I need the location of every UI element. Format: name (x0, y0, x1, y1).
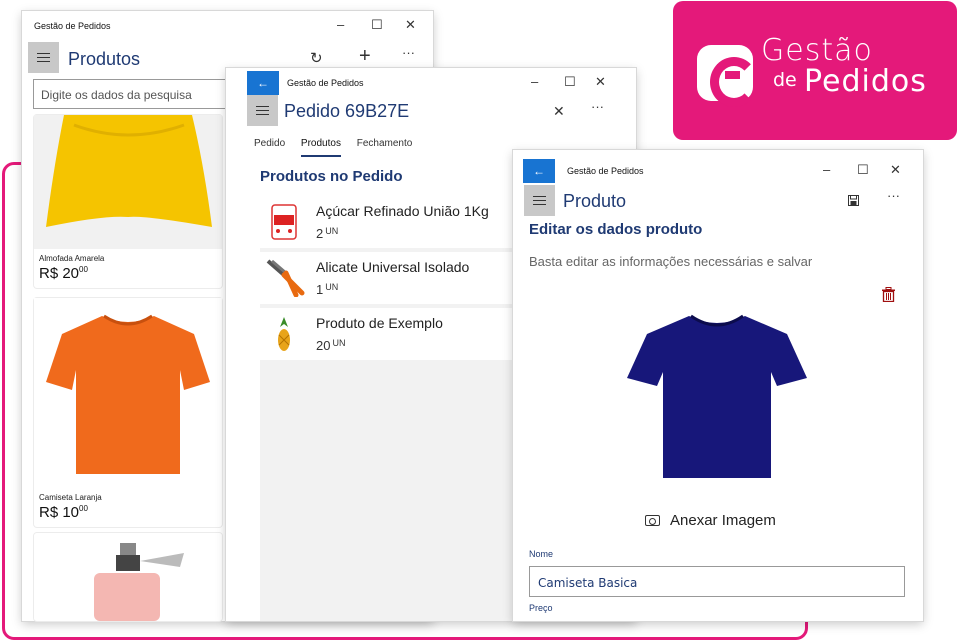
section-title: Produtos no Pedido (260, 168, 403, 185)
price-label: Preço (529, 603, 553, 613)
product-card[interactable] (34, 533, 222, 621)
section-subtitle: Basta editar as informações necessárias … (529, 254, 813, 269)
product-window: ← Gestão de Pedidos – ☐ ✕ Produto ··· Ed… (513, 150, 923, 621)
item-quantity: 2 UN (316, 226, 339, 241)
product-card[interactable]: Camiseta Laranja R$ 1000 (34, 298, 222, 527)
item-name: Açúcar Refinado União 1Kg (316, 203, 489, 219)
title-bar: Gestão de Pedidos – ☐ ✕ (22, 11, 433, 41)
minimize-button[interactable]: – (531, 74, 538, 89)
add-icon[interactable]: + (359, 45, 371, 68)
attach-image-label: Anexar Imagem (670, 512, 776, 529)
item-quantity: 20 UN (316, 338, 346, 353)
product-image (34, 115, 222, 249)
tab-pedido[interactable]: Pedido (254, 138, 285, 155)
logo-g-icon (697, 45, 758, 107)
item-quantity: 1 UN (316, 282, 339, 297)
tab-fechamento[interactable]: Fechamento (357, 138, 413, 155)
tab-produtos[interactable]: Produtos (300, 138, 341, 157)
name-label: Nome (529, 549, 554, 559)
pliers-icon (266, 259, 305, 297)
menu-icon[interactable] (247, 95, 278, 126)
title-bar: ← Gestão de Pedidos – ☐ ✕ (513, 150, 923, 183)
more-icon[interactable]: ··· (887, 188, 900, 203)
item-name: Produto de Exemplo (316, 315, 443, 331)
product-name: Almofada Amarela (39, 254, 105, 263)
product-name: Camiseta Laranja (39, 493, 102, 502)
product-price: R$ 2000 (39, 265, 88, 282)
page-title: Produto (563, 191, 627, 211)
brand-logo: Gestão de Pedidos (673, 1, 957, 140)
product-price: R$ 1000 (39, 504, 88, 521)
more-icon[interactable]: ··· (591, 99, 604, 114)
tab-bar: Pedido Produtos Fechamento (254, 138, 425, 157)
product-photo (627, 314, 807, 478)
page-title: Pedido 69B27E (284, 101, 410, 121)
sugar-package-icon (271, 204, 297, 240)
minimize-button[interactable]: – (337, 17, 344, 32)
more-icon[interactable]: ··· (402, 45, 415, 60)
product-image (34, 298, 222, 488)
page-title: Produtos (68, 49, 141, 69)
back-button[interactable]: ← (247, 71, 279, 95)
close-button[interactable]: ✕ (890, 162, 901, 178)
menu-icon[interactable] (28, 42, 59, 73)
maximize-button[interactable]: ☐ (857, 162, 869, 178)
brand-line2-large: Pedidos (804, 64, 927, 99)
camera-icon (645, 515, 660, 526)
close-button[interactable]: ✕ (595, 74, 606, 90)
close-button[interactable]: ✕ (405, 17, 416, 33)
trash-icon[interactable] (882, 287, 895, 302)
save-icon[interactable] (848, 195, 859, 206)
brand-line1: Gestão (761, 33, 873, 68)
maximize-button[interactable]: ☐ (371, 17, 383, 33)
menu-icon[interactable] (524, 185, 555, 216)
item-name: Alicate Universal Isolado (316, 259, 470, 275)
maximize-button[interactable]: ☐ (564, 74, 576, 90)
title-bar: ← Gestão de Pedidos – ☐ ✕ (226, 68, 636, 98)
refresh-icon[interactable]: ↻ (310, 49, 323, 67)
window-title: Gestão de Pedidos (287, 78, 364, 88)
brand-line2-small: de (773, 69, 797, 91)
minimize-button[interactable]: – (823, 162, 830, 177)
section-title: Editar os dados produto (529, 221, 703, 238)
product-image (34, 533, 222, 621)
search-input[interactable]: Digite os dados da pesquisa (33, 79, 228, 109)
name-field[interactable]: Camiseta Basica (529, 566, 905, 597)
product-card[interactable]: Almofada Amarela R$ 2000 (34, 115, 222, 288)
attach-image-button[interactable]: Anexar Imagem (645, 512, 776, 529)
back-button[interactable]: ← (523, 159, 555, 183)
pineapple-icon (278, 317, 290, 351)
close-order-icon[interactable]: ✕ (553, 103, 565, 120)
window-title: Gestão de Pedidos (34, 21, 111, 31)
window-title: Gestão de Pedidos (567, 166, 644, 176)
